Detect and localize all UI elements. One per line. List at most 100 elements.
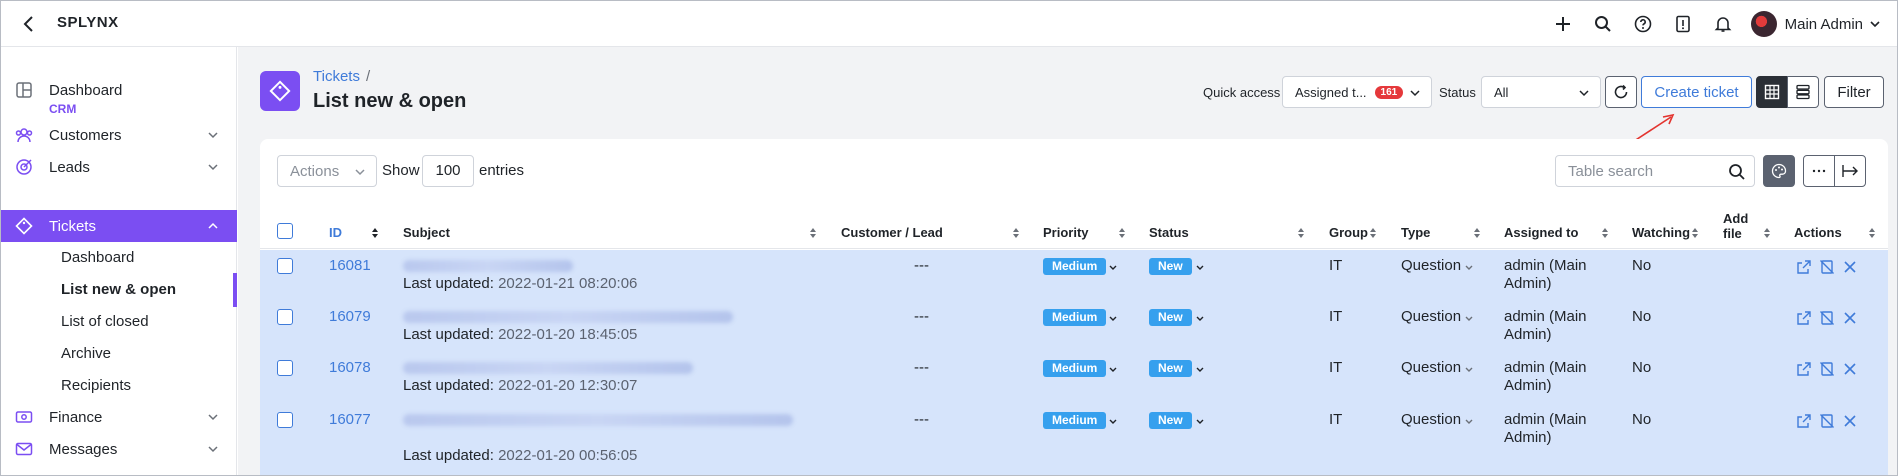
row-checkbox[interactable]: [277, 360, 293, 376]
close-icon[interactable]: [1842, 310, 1858, 326]
chevron-down-icon[interactable]: [1108, 263, 1118, 273]
sidebar-sub-list-closed[interactable]: List of closed: [61, 313, 149, 330]
chevron-down-icon[interactable]: [1195, 365, 1205, 375]
chevron-down-icon[interactable]: [1464, 417, 1474, 427]
sidebar-sub-archive[interactable]: Archive: [61, 345, 111, 362]
refresh-button[interactable]: [1605, 76, 1637, 108]
help-icon[interactable]: [1623, 4, 1663, 44]
open-external-icon[interactable]: [1796, 413, 1812, 429]
grid-view-button[interactable]: [1756, 76, 1788, 108]
chevron-down-icon[interactable]: [1464, 263, 1474, 273]
sort-icon[interactable]: [1601, 227, 1609, 239]
sort-icon[interactable]: [1369, 227, 1377, 239]
column-customer[interactable]: Customer / Lead: [841, 225, 943, 240]
column-assigned[interactable]: Assigned to: [1504, 225, 1578, 240]
breadcrumb-tickets[interactable]: Tickets: [313, 68, 360, 85]
column-status[interactable]: Status: [1149, 225, 1189, 240]
sort-icon[interactable]: [1763, 227, 1771, 239]
open-external-icon[interactable]: [1796, 361, 1812, 377]
type-cell[interactable]: Question: [1401, 411, 1461, 428]
close-icon[interactable]: [1842, 361, 1858, 377]
column-subject[interactable]: Subject: [403, 225, 450, 240]
sort-icon[interactable]: [1691, 227, 1699, 239]
column-id[interactable]: ID: [329, 225, 342, 240]
open-external-icon[interactable]: [1796, 310, 1812, 326]
sidebar-item-dashboard[interactable]: Dashboard: [1, 74, 237, 106]
sidebar-sub-dashboard[interactable]: Dashboard: [61, 249, 134, 266]
priority-badge[interactable]: Medium: [1043, 412, 1107, 429]
type-cell[interactable]: Question: [1401, 359, 1461, 376]
sort-icon[interactable]: [1868, 227, 1876, 239]
chevron-down-icon[interactable]: [1195, 263, 1205, 273]
open-external-icon[interactable]: [1796, 259, 1812, 275]
chevron-down-icon[interactable]: [1108, 365, 1118, 375]
column-type[interactable]: Type: [1401, 225, 1430, 240]
table-search-input[interactable]: Table search: [1555, 155, 1755, 187]
redacted-subject[interactable]: [403, 414, 793, 426]
row-checkbox[interactable]: [277, 258, 293, 274]
sort-icon[interactable]: [1118, 227, 1126, 239]
ticket-id-link[interactable]: 16077: [329, 411, 371, 428]
close-icon[interactable]: [1842, 413, 1858, 429]
redacted-subject[interactable]: [403, 311, 733, 323]
chevron-down-icon[interactable]: [1195, 417, 1205, 427]
status-select[interactable]: All: [1481, 76, 1601, 108]
status-badge[interactable]: New: [1149, 360, 1192, 377]
list-view-button[interactable]: [1787, 76, 1819, 108]
ticket-id-link[interactable]: 16079: [329, 308, 371, 325]
bell-icon[interactable]: [1703, 4, 1743, 44]
status-badge[interactable]: New: [1149, 258, 1192, 275]
chevron-down-icon[interactable]: [1464, 365, 1474, 375]
more-options-button[interactable]: [1803, 155, 1835, 187]
sort-icon[interactable]: [1012, 227, 1020, 239]
bulk-actions-select[interactable]: Actions: [277, 155, 377, 187]
search-icon[interactable]: [1583, 4, 1623, 44]
sort-icon[interactable]: [1473, 227, 1481, 239]
priority-badge[interactable]: Medium: [1043, 360, 1107, 377]
select-all-checkbox[interactable]: [277, 223, 293, 239]
status-badge[interactable]: New: [1149, 309, 1192, 326]
unwatch-icon[interactable]: [1819, 310, 1835, 326]
unwatch-icon[interactable]: [1819, 413, 1835, 429]
row-checkbox[interactable]: [277, 412, 293, 428]
priority-badge[interactable]: Medium: [1043, 258, 1107, 275]
back-arrow-icon[interactable]: [19, 14, 39, 34]
add-icon[interactable]: [1543, 4, 1583, 44]
ticket-id-link[interactable]: 16078: [329, 359, 371, 376]
redacted-subject[interactable]: [403, 362, 693, 374]
type-cell[interactable]: Question: [1401, 308, 1461, 325]
quick-access-select[interactable]: Assigned t... 161: [1282, 76, 1432, 108]
column-watching[interactable]: Watching: [1632, 225, 1690, 240]
column-add-file[interactable]: Add file: [1723, 211, 1753, 241]
sidebar-item-leads[interactable]: Leads: [1, 151, 237, 183]
user-menu[interactable]: Main Admin: [1750, 11, 1881, 37]
redacted-subject[interactable]: [403, 260, 573, 272]
chevron-down-icon[interactable]: [1108, 417, 1118, 427]
filter-button[interactable]: Filter: [1824, 76, 1884, 108]
sort-icon[interactable]: [371, 227, 379, 239]
ticket-id-link[interactable]: 16081: [329, 257, 371, 274]
sort-icon[interactable]: [1297, 227, 1305, 239]
sidebar-item-tickets[interactable]: Tickets: [1, 210, 237, 242]
notes-icon[interactable]: [1663, 4, 1703, 44]
column-group[interactable]: Group: [1329, 225, 1368, 240]
sidebar-item-messages[interactable]: Messages: [1, 433, 237, 465]
sidebar-sub-list-new-open[interactable]: List new & open: [61, 281, 176, 298]
chevron-down-icon[interactable]: [1195, 314, 1205, 324]
close-icon[interactable]: [1842, 259, 1858, 275]
unwatch-icon[interactable]: [1819, 361, 1835, 377]
create-ticket-button[interactable]: Create ticket: [1641, 76, 1752, 108]
row-checkbox[interactable]: [277, 309, 293, 325]
priority-badge[interactable]: Medium: [1043, 309, 1107, 326]
sidebar-item-finance[interactable]: Finance: [1, 401, 237, 433]
column-priority[interactable]: Priority: [1043, 225, 1089, 240]
unwatch-icon[interactable]: [1819, 259, 1835, 275]
sidebar-item-customers[interactable]: Customers: [1, 119, 237, 151]
sidebar-sub-recipients[interactable]: Recipients: [61, 377, 131, 394]
chevron-down-icon[interactable]: [1464, 314, 1474, 324]
app-brand[interactable]: SPLYNX: [57, 14, 119, 31]
type-cell[interactable]: Question: [1401, 257, 1461, 274]
status-badge[interactable]: New: [1149, 412, 1192, 429]
sort-icon[interactable]: [809, 227, 817, 239]
chevron-down-icon[interactable]: [1108, 314, 1118, 324]
